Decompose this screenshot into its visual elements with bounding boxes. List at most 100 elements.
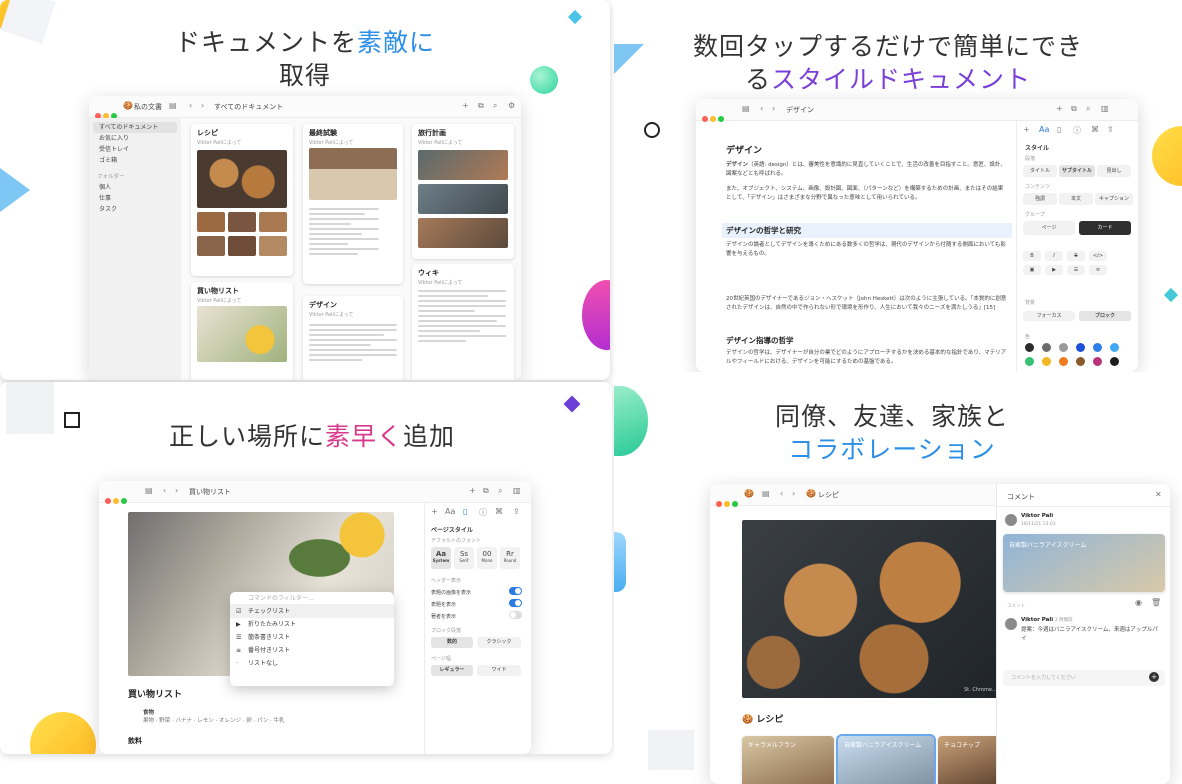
forward-icon[interactable]: › (772, 104, 775, 113)
content-emphasis-option[interactable]: 強調 (1023, 193, 1057, 205)
format-list-button[interactable]: ☰ (1067, 265, 1085, 275)
menu-item-checklist[interactable]: ☑ チェックリスト (230, 605, 394, 618)
add-icon[interactable]: + (462, 101, 469, 110)
send-button[interactable]: + (1149, 672, 1159, 682)
window-controls[interactable] (105, 489, 129, 508)
sidebar-item-all[interactable]: すべてのドキュメント (93, 122, 177, 133)
color-swatch[interactable] (1059, 343, 1068, 352)
new-doc-icon[interactable]: ⧉ (478, 101, 484, 111)
format-image-button[interactable]: ▣ (1023, 265, 1041, 275)
color-swatch[interactable] (1110, 343, 1119, 352)
content-caption-option[interactable]: キャプション (1095, 193, 1133, 205)
add-icon[interactable]: + (469, 486, 476, 495)
style-subtitle-option[interactable]: サブタイトル (1059, 165, 1095, 177)
font-mono-option[interactable]: 00 Mono (477, 547, 497, 569)
sidebar-folder-tasks[interactable]: タスク (93, 204, 177, 215)
format-numbered-button[interactable]: ≡ (1089, 265, 1107, 275)
sidebar-item-favorites[interactable]: お気に入り (93, 133, 177, 144)
format-strike-button[interactable]: S (1067, 251, 1085, 261)
style-title-option[interactable]: タイトル (1023, 165, 1057, 177)
format-play-button[interactable]: ▶ (1045, 265, 1063, 275)
doc-card-wiki[interactable]: ウィキ Viktor Paliによって (412, 264, 514, 380)
color-swatch[interactable] (1025, 343, 1034, 352)
color-swatch[interactable] (1076, 357, 1085, 366)
shortcut-tab-icon[interactable]: ⌘ (1091, 125, 1099, 134)
doc-card-shopping[interactable]: 買い物リスト Viktor Paliによって (191, 282, 293, 380)
tile-caramel[interactable]: キャラメルフラン (742, 736, 834, 784)
doc-tab-icon[interactable]: ▯ (1057, 125, 1061, 134)
sidebar-item-inbox[interactable]: 受信トレイ (93, 144, 177, 155)
color-swatch[interactable] (1042, 343, 1051, 352)
back-icon[interactable]: ‹ (163, 486, 166, 495)
search-icon[interactable]: ⌕ (493, 101, 497, 111)
menu-item-numbered[interactable]: ≡ 番号付きリスト (230, 644, 394, 657)
group-card-option[interactable]: カード (1079, 221, 1131, 235)
menu-item-bullets[interactable]: ☰ 箇条書きリスト (230, 631, 394, 644)
color-swatch[interactable] (1110, 357, 1119, 366)
doc-card-design[interactable]: デザイン Viktor Paliによって (303, 296, 403, 380)
info-tab-icon[interactable]: ⓘ (479, 507, 487, 518)
close-icon[interactable]: ✕ (1155, 490, 1162, 499)
forward-icon[interactable]: › (175, 486, 178, 495)
window-controls[interactable] (702, 107, 726, 126)
group-page-option[interactable]: ページ (1023, 221, 1075, 235)
linked-card[interactable]: 自家製バニラアイスクリーム (1003, 534, 1165, 592)
color-swatch[interactable] (1093, 343, 1102, 352)
font-serif-option[interactable]: Ss Serif (454, 547, 474, 569)
width-wide-option[interactable]: ワイド (477, 665, 521, 676)
toggle-show-title[interactable] (509, 599, 522, 607)
sidebar-folder-work[interactable]: 仕事 (93, 193, 177, 204)
menu-item-none[interactable]: · リストなし (230, 657, 394, 670)
font-system-option[interactable]: Aa System (431, 547, 451, 569)
color-swatch[interactable] (1025, 357, 1034, 366)
add-icon[interactable]: + (1023, 125, 1030, 134)
window-controls[interactable] (716, 492, 740, 511)
menu-filter-input[interactable]: コマンドのフィルター… (230, 592, 394, 605)
toggle-show-author[interactable] (509, 611, 522, 619)
sidebar-toggle-icon[interactable]: ▤ (742, 104, 750, 113)
add-icon[interactable]: + (431, 507, 438, 516)
share-tab-icon[interactable]: ⇪ (513, 507, 520, 516)
add-icon[interactable]: + (1056, 104, 1063, 113)
share-tab-icon[interactable]: ⇪ (1107, 125, 1114, 134)
width-regular-option[interactable]: レギュラー (431, 665, 473, 676)
content-body-option[interactable]: 本文 (1059, 193, 1093, 205)
back-icon[interactable]: ‹ (189, 101, 192, 110)
color-swatch[interactable] (1042, 357, 1051, 366)
sidebar-right-icon[interactable]: ▥ (513, 486, 521, 495)
doc-card-travel[interactable]: 旅行計画 Viktor Paliによって (412, 124, 514, 259)
settings-icon[interactable]: ⚙ (508, 101, 515, 110)
menu-item-collapsible[interactable]: ▶ 折りたたみリスト (230, 618, 394, 631)
toggle-show-image[interactable] (509, 587, 522, 595)
style-heading-option[interactable]: 見出し (1097, 165, 1131, 177)
doc-card-exam[interactable]: 最終試験 Viktor Paliによって (303, 124, 403, 284)
trash-icon[interactable]: 🗑 (1151, 598, 1161, 607)
format-code-button[interactable]: </> (1089, 251, 1107, 261)
back-icon[interactable]: ‹ (780, 489, 783, 498)
color-swatch[interactable] (1076, 343, 1085, 352)
style-tab-icon[interactable]: Aa (445, 507, 455, 516)
new-doc-icon[interactable]: ⧉ (483, 486, 489, 496)
color-swatch[interactable] (1059, 357, 1068, 366)
doc-card-recipe[interactable]: レシピ Viktor Paliによって (191, 124, 293, 276)
new-doc-icon[interactable]: ⧉ (1071, 104, 1077, 114)
tile-vanilla[interactable]: 自家製バニラアイスクリーム (836, 734, 936, 784)
eye-icon[interactable]: ◉ (1135, 598, 1142, 607)
forward-icon[interactable]: › (201, 101, 204, 110)
info-tab-icon[interactable]: ⓘ (1073, 125, 1081, 136)
block-focus-option[interactable]: フォーカス (1023, 311, 1075, 321)
comment-input[interactable]: コメントを入力してください (1003, 670, 1165, 686)
block-classic-option[interactable]: クラシック (477, 637, 521, 648)
back-icon[interactable]: ‹ (760, 104, 763, 113)
tile-chocolate[interactable]: チョコチップ (938, 736, 1004, 784)
forward-icon[interactable]: › (792, 489, 795, 498)
block-numeric-option[interactable]: 数的 (431, 637, 473, 648)
search-icon[interactable]: ⌕ (498, 486, 502, 496)
sidebar-toggle-icon[interactable]: ▤ (762, 489, 770, 498)
style-tab-icon[interactable]: Aa (1039, 125, 1049, 134)
shortcut-tab-icon[interactable]: ⌘ (495, 507, 503, 516)
sidebar-toggle-icon[interactable]: ▤ (145, 486, 153, 495)
sidebar-right-icon[interactable]: ▥ (1101, 104, 1109, 113)
doc-tab-icon[interactable]: ▯ (463, 507, 467, 516)
sidebar-item-trash[interactable]: ゴミ箱 (93, 155, 177, 166)
